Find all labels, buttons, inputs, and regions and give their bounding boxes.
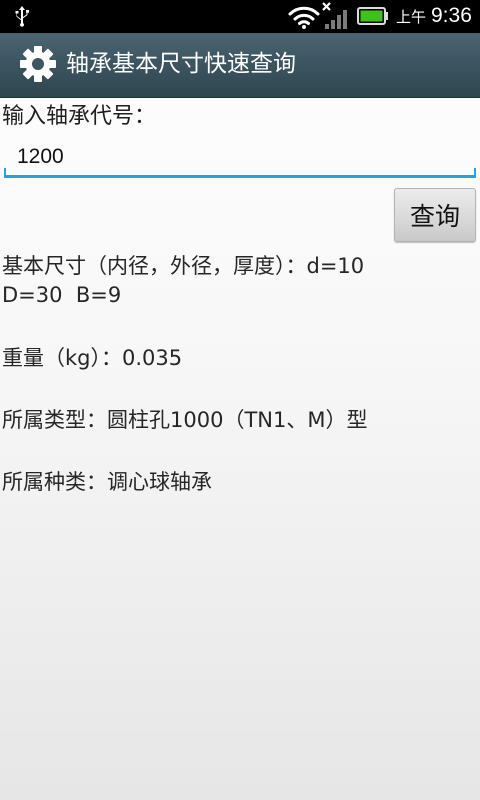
- usb-icon: [15, 6, 29, 27]
- wifi-icon: [288, 6, 320, 29]
- status-bar: 上午 9:36: [0, 0, 480, 33]
- gear-icon: [20, 46, 56, 82]
- battery-icon: [357, 7, 388, 25]
- input-underline-left-edge: [4, 168, 6, 176]
- basic-dimensions-result: 基本尺寸（内径，外径，厚度）：d=10 D=30 B=9: [2, 252, 476, 310]
- am-pm-indicator: 上午: [396, 8, 427, 26]
- signal-icon: [322, 2, 347, 29]
- bearing-type-result: 所属类型：圆柱孔1000（TN1、M）型: [2, 408, 368, 432]
- bearing-code-field: [4, 140, 480, 180]
- weight-result: 重量（kg）：0.035: [2, 346, 183, 370]
- input-underline: [4, 175, 476, 178]
- basic-dimensions-line-1: 基本尺寸（内径，外径，厚度）：d=10: [2, 254, 365, 278]
- basic-dimensions-line-2: D=30 B=9: [2, 283, 122, 307]
- bearing-code-label: 输入轴承代号：: [2, 104, 157, 129]
- query-button[interactable]: 查询: [394, 188, 476, 242]
- bearing-kind-result: 所属种类：调心球轴承: [2, 470, 212, 494]
- clock: 9:36: [431, 4, 472, 27]
- input-underline-right-edge: [474, 168, 476, 176]
- title-bar: 轴承基本尺寸快速查询: [0, 33, 480, 98]
- app-title: 轴承基本尺寸快速查询: [66, 51, 296, 77]
- bearing-code-input[interactable]: [4, 140, 480, 174]
